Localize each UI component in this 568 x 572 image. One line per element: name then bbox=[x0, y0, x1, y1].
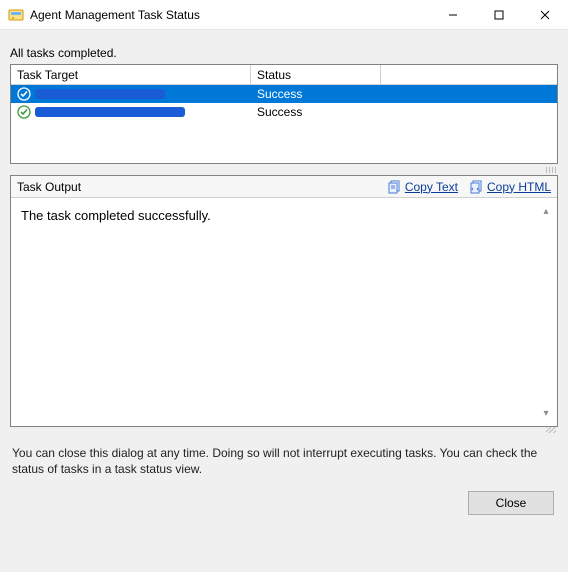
task-output-label: Task Output bbox=[11, 180, 382, 194]
close-button[interactable]: Close bbox=[468, 491, 554, 515]
close-window-button[interactable] bbox=[522, 0, 568, 29]
column-header-status[interactable]: Status bbox=[251, 65, 381, 84]
table-body: Success Success bbox=[11, 85, 557, 163]
copy-text-label: Copy Text bbox=[405, 180, 458, 194]
copy-html-icon bbox=[470, 180, 484, 194]
app-icon bbox=[8, 7, 24, 23]
status-cell: Success bbox=[251, 85, 381, 103]
scroll-up-icon[interactable]: ▴ bbox=[539, 204, 553, 218]
task-table: Task Target Status Success bbox=[10, 64, 558, 164]
copy-html-link[interactable]: Copy HTML bbox=[464, 180, 557, 194]
task-output-header: Task Output Copy Text Copy HTML bbox=[11, 176, 557, 198]
resize-grip[interactable] bbox=[10, 427, 558, 433]
task-output-body[interactable]: The task completed successfully. ▴ ▾ bbox=[11, 198, 557, 426]
summary-text: All tasks completed. bbox=[10, 46, 558, 60]
column-header-target[interactable]: Task Target bbox=[11, 65, 251, 84]
table-header-row: Task Target Status bbox=[11, 65, 557, 85]
success-check-icon bbox=[17, 105, 31, 119]
copy-text-link[interactable]: Copy Text bbox=[382, 180, 464, 194]
table-row[interactable]: Success bbox=[11, 85, 557, 103]
close-button-label: Close bbox=[496, 496, 527, 510]
task-output-panel: Task Output Copy Text Copy HTML bbox=[10, 175, 558, 427]
success-check-icon bbox=[17, 87, 31, 101]
copy-text-icon bbox=[388, 180, 402, 194]
minimize-button[interactable] bbox=[430, 0, 476, 29]
copy-html-label: Copy HTML bbox=[487, 180, 551, 194]
task-output-text: The task completed successfully. bbox=[21, 208, 211, 223]
dialog-body: All tasks completed. Task Target Status … bbox=[0, 30, 568, 572]
dialog-button-row: Close bbox=[10, 477, 558, 529]
status-cell: Success bbox=[251, 103, 381, 121]
column-header-spacer bbox=[381, 65, 557, 84]
redacted-target bbox=[35, 89, 165, 99]
splitter-handle[interactable] bbox=[10, 167, 558, 173]
maximize-button[interactable] bbox=[476, 0, 522, 29]
footer-note: You can close this dialog at any time. D… bbox=[12, 445, 556, 477]
redacted-target bbox=[35, 107, 185, 117]
window-title: Agent Management Task Status bbox=[30, 8, 430, 22]
titlebar: Agent Management Task Status bbox=[0, 0, 568, 30]
scroll-down-icon[interactable]: ▾ bbox=[539, 406, 553, 420]
table-row[interactable]: Success bbox=[11, 103, 557, 121]
window-controls bbox=[430, 0, 568, 29]
